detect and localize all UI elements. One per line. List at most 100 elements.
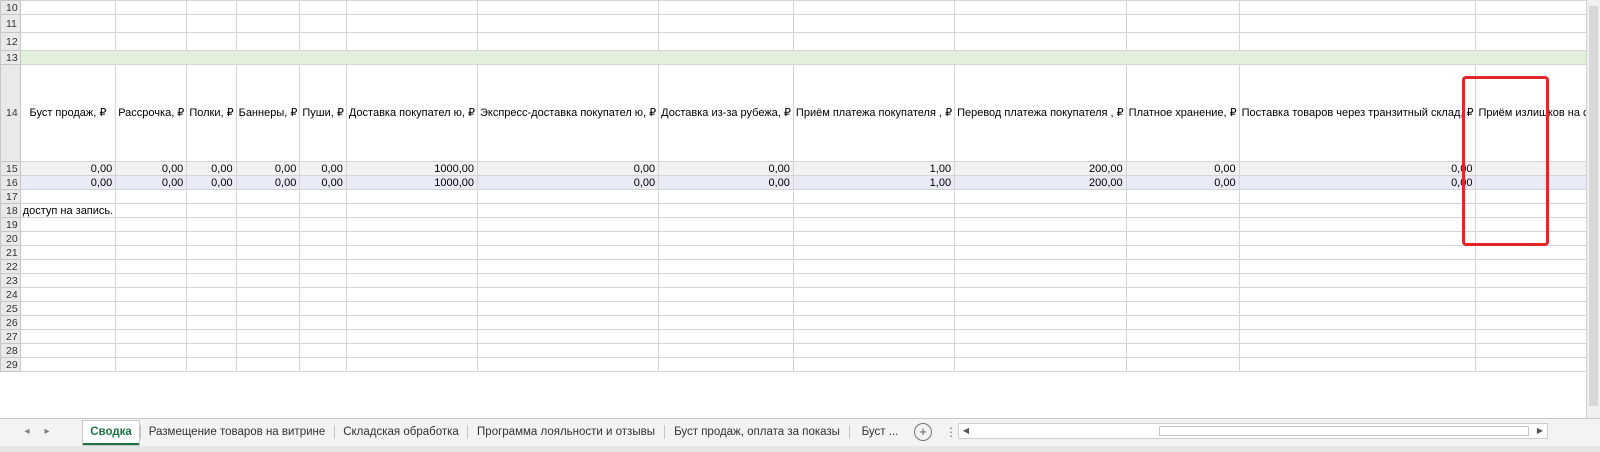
cell[interactable]	[299, 0, 347, 15]
row-header[interactable]: 24	[0, 287, 21, 302]
cell[interactable]	[19, 32, 117, 51]
cell[interactable]	[1475, 231, 1586, 246]
cell[interactable]	[19, 231, 117, 246]
row-header[interactable]: 17	[0, 189, 21, 204]
cell[interactable]	[19, 343, 117, 358]
cell[interactable]	[658, 0, 794, 15]
cell[interactable]	[1125, 301, 1240, 316]
cell[interactable]	[115, 189, 188, 204]
cell[interactable]	[186, 203, 237, 218]
cell[interactable]	[658, 14, 794, 33]
cell[interactable]	[345, 273, 478, 288]
cell[interactable]	[115, 357, 188, 372]
cell[interactable]	[235, 203, 301, 218]
tab-skladskaya-obrabotka[interactable]: Складская обработка	[336, 421, 466, 443]
cell[interactable]	[1125, 273, 1240, 288]
cell[interactable]	[1475, 245, 1586, 260]
next-sheet-arrow-icon[interactable]: ▸	[38, 423, 56, 441]
cell[interactable]	[299, 32, 347, 51]
cell[interactable]	[658, 329, 794, 344]
cell[interactable]	[19, 189, 117, 204]
value-cell[interactable]: 0,00	[299, 175, 347, 190]
cell[interactable]	[299, 203, 347, 218]
cell[interactable]	[1238, 14, 1477, 33]
cell[interactable]	[299, 273, 347, 288]
column-header[interactable]: Доставка покупател ю, ₽	[345, 64, 478, 162]
cell[interactable]	[299, 189, 347, 204]
row-header[interactable]: 10	[0, 0, 21, 15]
cell[interactable]	[19, 217, 117, 232]
cell-table[interactable]: 10111213Информация о стоимости услуг14Бу…	[0, 0, 1586, 372]
cell[interactable]	[792, 259, 956, 274]
cell[interactable]	[476, 329, 660, 344]
cell[interactable]	[1125, 287, 1240, 302]
cell[interactable]	[235, 259, 301, 274]
cell[interactable]	[954, 259, 1127, 274]
cell[interactable]	[235, 189, 301, 204]
cell[interactable]	[345, 203, 478, 218]
cell[interactable]	[792, 315, 956, 330]
cell[interactable]	[1125, 329, 1240, 344]
cell[interactable]	[658, 231, 794, 246]
cell[interactable]	[1475, 217, 1586, 232]
cell[interactable]	[186, 259, 237, 274]
cell[interactable]	[186, 32, 237, 51]
cell[interactable]	[1125, 315, 1240, 330]
add-sheet-icon[interactable]: +	[914, 423, 932, 441]
cell[interactable]	[1238, 203, 1477, 218]
cell[interactable]	[345, 357, 478, 372]
cell[interactable]	[954, 329, 1127, 344]
value-cell[interactable]: 200,00	[954, 161, 1127, 176]
vertical-scrollbar[interactable]	[1586, 0, 1600, 420]
tab-splitter-icon[interactable]: ⋮	[945, 425, 957, 439]
cell[interactable]	[1475, 301, 1586, 316]
cell[interactable]	[235, 32, 301, 51]
vertical-scroll-thumb[interactable]	[1589, 6, 1598, 406]
cell[interactable]	[1475, 287, 1586, 302]
column-header[interactable]: Экспресс-доставка покупател ю, ₽	[476, 64, 660, 162]
cell[interactable]	[476, 245, 660, 260]
cell[interactable]	[19, 0, 117, 15]
cell[interactable]	[1125, 259, 1240, 274]
column-header[interactable]: Поставка товаров через транзитный склад,…	[1238, 64, 1477, 162]
cell[interactable]	[792, 0, 956, 15]
column-header[interactable]: Баннеры, ₽	[235, 64, 301, 162]
cell[interactable]	[19, 259, 117, 274]
cell[interactable]	[954, 343, 1127, 358]
cell[interactable]	[235, 0, 301, 15]
cell[interactable]	[345, 287, 478, 302]
cell[interactable]	[954, 189, 1127, 204]
row-header[interactable]: 29	[0, 357, 21, 372]
column-header[interactable]: Приём излишков на складе, ₽	[1475, 64, 1586, 162]
cell[interactable]	[1238, 343, 1477, 358]
cell[interactable]	[235, 287, 301, 302]
cell[interactable]	[299, 357, 347, 372]
cell[interactable]	[1125, 231, 1240, 246]
cell[interactable]	[235, 14, 301, 33]
cell[interactable]	[299, 217, 347, 232]
cell[interactable]	[1475, 32, 1586, 51]
row-header[interactable]: 21	[0, 245, 21, 260]
cell[interactable]	[658, 217, 794, 232]
value-cell[interactable]: 1000,00	[345, 161, 478, 176]
cell[interactable]	[115, 245, 188, 260]
cell[interactable]	[115, 287, 188, 302]
cell[interactable]	[658, 343, 794, 358]
cell[interactable]	[658, 245, 794, 260]
value-cell[interactable]: 0,00	[1475, 175, 1586, 190]
cell[interactable]	[954, 32, 1127, 51]
value-cell[interactable]: 0,00	[19, 161, 117, 176]
cell[interactable]	[186, 315, 237, 330]
cell[interactable]	[658, 287, 794, 302]
cell[interactable]	[476, 0, 660, 15]
cell[interactable]	[186, 0, 237, 15]
cell[interactable]	[1125, 14, 1240, 33]
cell[interactable]	[186, 287, 237, 302]
cell[interactable]	[345, 189, 478, 204]
cell[interactable]	[19, 357, 117, 372]
column-header[interactable]: Доставка из-за рубежа, ₽	[658, 64, 794, 162]
cell[interactable]	[658, 357, 794, 372]
cell[interactable]	[476, 287, 660, 302]
cell[interactable]	[345, 245, 478, 260]
cell[interactable]	[1475, 315, 1586, 330]
